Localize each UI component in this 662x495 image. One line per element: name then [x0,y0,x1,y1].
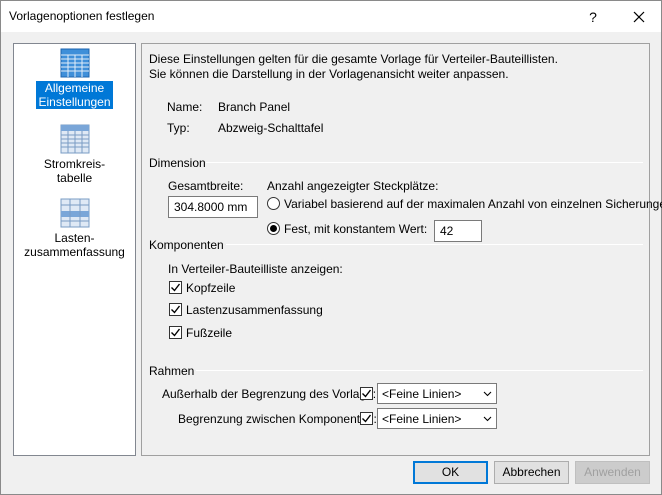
between-components-checkbox[interactable] [360,412,373,425]
between-components-label: Begrenzung zwischen Komponenten: [178,412,377,426]
settings-panel: Diese Einstellungen gelten für die gesam… [141,43,662,456]
checkmark-icon [171,305,181,314]
slots-label: Anzahl angezeigter Steckplätze: [267,179,439,193]
chevron-down-icon [483,416,492,422]
header-row-checkbox[interactable] [169,281,182,294]
outside-border-checkbox[interactable] [360,387,373,400]
close-button[interactable] [617,1,661,32]
sidebar-item-general-settings[interactable]: Allgemeine Einstellungen [14,48,135,109]
apply-button[interactable]: Anwenden [575,461,650,484]
sidebar-item-circuit-table[interactable]: Stromkreis-tabelle [14,124,135,185]
total-width-input[interactable]: 304.8000 mm [168,196,258,218]
load-summary-icon [60,198,89,228]
load-summary-checkbox[interactable] [169,303,182,316]
section-divider [206,162,643,163]
fixed-slots-label[interactable]: Fest, mit konstantem Wert: [284,222,427,236]
load-summary-label[interactable]: Lastenzusammenfassung [186,303,323,317]
fixed-slots-radio[interactable] [267,222,280,235]
name-label: Name: [167,100,203,114]
fixed-slots-input[interactable]: 42 [434,220,482,242]
close-icon [633,11,645,22]
type-value: Abzweig-Schalttafel [218,121,324,135]
frame-section-title: Rahmen [149,364,195,378]
grid-table-icon [60,48,89,78]
checkmark-icon [362,389,372,398]
checkmark-icon [171,283,181,292]
chevron-down-icon [483,391,492,397]
sidebar-item-load-summary[interactable]: Lasten-zusammenfassung [14,198,135,259]
header-row-label[interactable]: Kopfzeile [186,281,235,295]
title-bar: Vorlagenoptionen festlegen ? [1,1,661,32]
checkmark-icon [362,414,372,423]
section-divider [196,370,643,371]
show-in-list-label: In Verteiler-Bauteilliste anzeigen: [168,262,343,276]
variable-slots-label[interactable]: Variabel basierend auf der maximalen Anz… [284,197,662,211]
components-section-title: Komponenten [149,238,224,252]
outside-border-select[interactable]: <Feine Linien> [377,383,497,404]
outside-border-label: Außerhalb der Begrenzung des Vorlage: [162,387,377,401]
footer-checkbox[interactable] [169,326,182,339]
total-width-label: Gesamtbreite: [168,179,244,193]
footer-label[interactable]: Fußzeile [186,326,232,340]
type-label: Typ: [167,121,190,135]
window-title: Vorlagenoptionen festlegen [9,9,155,23]
sidebar-item-label: Allgemeine Einstellungen [36,81,113,109]
sidebar-item-label: Stromkreis-tabelle [43,157,106,185]
sidebar: Allgemeine Einstellungen Stromkreis-tabel… [13,43,136,456]
description-text: Diese Einstellungen gelten für die gesam… [149,52,558,81]
ok-button[interactable]: OK [413,461,488,484]
circuit-table-icon [60,124,89,154]
dimension-section-title: Dimension [149,156,206,170]
name-value: Branch Panel [218,100,291,114]
dialog-window: Vorlagenoptionen festlegen ? Allgemeine … [0,0,662,495]
between-components-select[interactable]: <Feine Linien> [377,408,497,429]
cancel-button[interactable]: Abbrechen [494,461,569,484]
help-button[interactable]: ? [571,1,615,32]
section-divider [226,244,643,245]
variable-slots-radio[interactable] [267,197,280,210]
sidebar-item-label: Lasten-zusammenfassung [24,231,125,259]
checkmark-icon [171,328,181,337]
